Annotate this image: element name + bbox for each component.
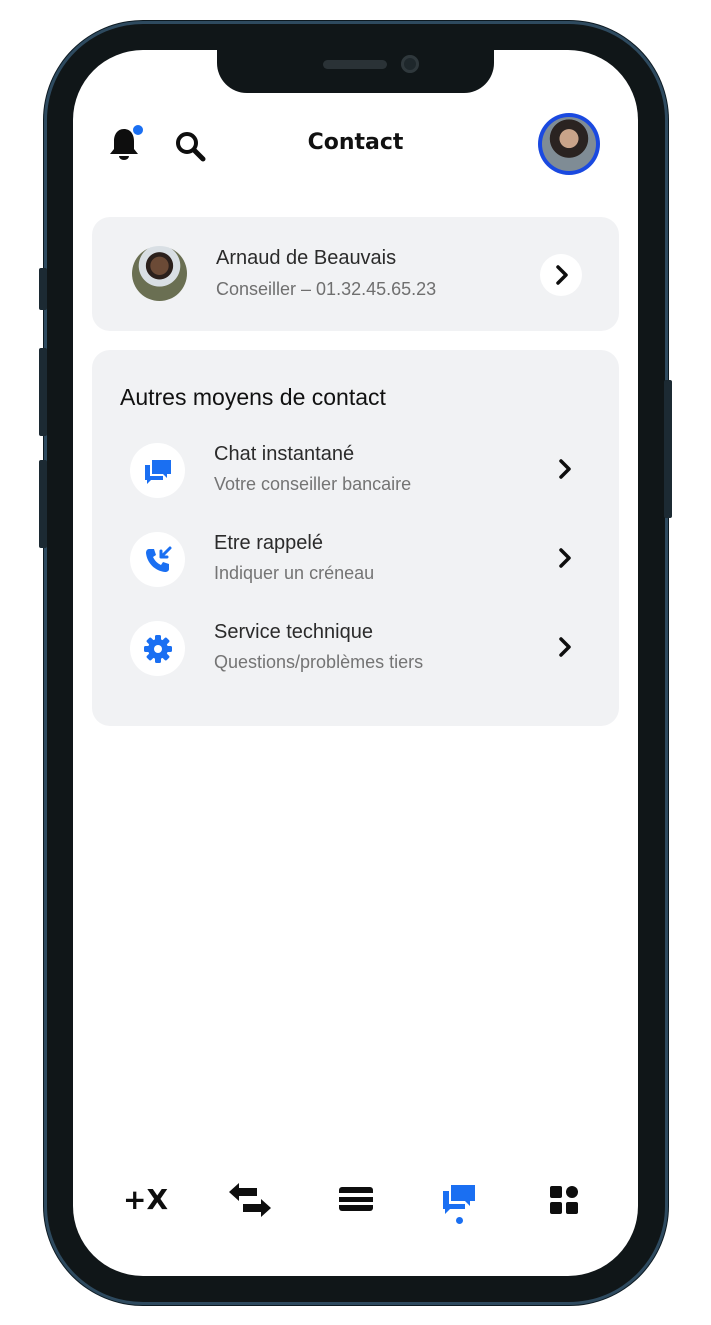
callback-icon-wrapper xyxy=(130,532,185,587)
chevron-right-icon xyxy=(559,637,571,657)
transfer-arrows-icon[interactable] xyxy=(227,1180,273,1220)
advisor-open-button[interactable] xyxy=(540,254,582,296)
phone-callback-icon xyxy=(146,546,172,572)
advisor-avatar xyxy=(132,246,187,301)
user-avatar-photo xyxy=(542,117,596,171)
advisor-card[interactable]: Arnaud de Beauvais Conseiller – 01.32.45… xyxy=(92,217,619,331)
chevron-right-icon xyxy=(559,548,571,568)
list-item-sub: Votre conseiller bancaire xyxy=(214,474,412,494)
grid-apps-icon[interactable] xyxy=(547,1180,581,1220)
list-item-sub: Questions/problèmes tiers xyxy=(214,652,424,672)
speaker xyxy=(323,60,387,69)
chat-bubbles-icon xyxy=(145,460,171,484)
list-item-technical-service[interactable]: Service technique Questions/problèmes ti… xyxy=(92,617,619,687)
chat-bubbles-icon[interactable] xyxy=(441,1180,477,1220)
chevron-right-icon xyxy=(556,265,568,285)
gear-icon-wrapper xyxy=(130,621,185,676)
gear-icon xyxy=(144,635,172,663)
list-item-callback[interactable]: Etre rappelé Indiquer un créneau xyxy=(92,528,619,598)
list-item-label: Service technique xyxy=(214,621,373,643)
notch xyxy=(217,50,494,93)
active-tab-indicator xyxy=(456,1217,463,1224)
nav-plus-x[interactable]: +X xyxy=(123,1183,168,1216)
power-button xyxy=(664,380,672,518)
user-avatar[interactable] xyxy=(538,113,600,175)
list-item-label: Etre rappelé xyxy=(214,532,323,554)
card-icon[interactable] xyxy=(337,1180,375,1220)
advisor-name: Arnaud de Beauvais xyxy=(216,247,397,269)
volume-up-button xyxy=(39,348,47,436)
mute-switch xyxy=(39,268,47,310)
section-title: Autres moyens de contact xyxy=(120,384,386,410)
volume-down-button xyxy=(39,460,47,548)
list-item-label: Chat instantané xyxy=(214,443,355,465)
screen: Contact Arnaud de Beauvais Conseiller – … xyxy=(73,50,638,1276)
chevron-right-icon xyxy=(559,459,571,479)
list-item-chat[interactable]: Chat instantané Votre conseiller bancair… xyxy=(92,439,619,509)
other-contacts-card: Autres moyens de contact Chat instantané… xyxy=(92,350,619,726)
advisor-subtitle: Conseiller – 01.32.45.65.23 xyxy=(216,279,437,299)
front-camera xyxy=(401,55,419,73)
list-item-sub: Indiquer un créneau xyxy=(214,563,375,583)
chat-icon-wrapper xyxy=(130,443,185,498)
